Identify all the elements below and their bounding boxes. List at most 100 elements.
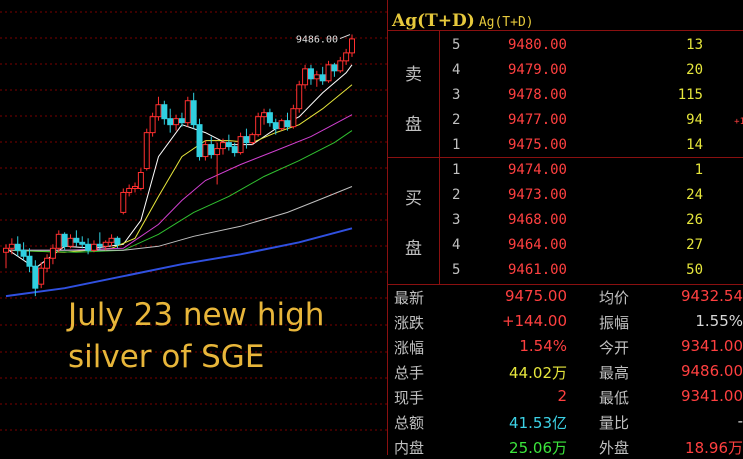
- buy-volume: 1: [694, 162, 703, 178]
- buy-level: 4: [452, 237, 461, 253]
- buy-row: 1 9474.00 1: [388, 158, 743, 183]
- candle-down: [272, 122, 279, 130]
- stat-row: 涨幅 1.54% 今开 9341.00: [388, 334, 743, 359]
- stat-row: 最新 9475.00 均价 9432.54: [388, 284, 743, 309]
- sell-row: 4 9479.00 20: [388, 58, 743, 83]
- stat-value: 1.54%: [519, 337, 567, 355]
- buy-volume: 50: [686, 262, 703, 278]
- ma20-line: [6, 114, 353, 251]
- candle-up: [173, 118, 180, 126]
- candle-up: [313, 74, 320, 80]
- candle-up: [296, 84, 303, 110]
- candle-up: [126, 187, 133, 193]
- stat-value: 9341.00: [680, 337, 743, 355]
- candle-down: [243, 136, 250, 144]
- buy-level: 5: [452, 262, 461, 278]
- sell-price: 9477.00: [507, 112, 567, 128]
- candle-up: [349, 38, 355, 54]
- annotation-line-1: July 23 new high: [68, 297, 325, 333]
- sell-row: 1 9475.00 14: [388, 133, 743, 158]
- candle-down: [114, 237, 121, 245]
- candle-down: [307, 68, 314, 80]
- candle-up: [302, 68, 309, 86]
- buy-volume: 24: [686, 187, 703, 203]
- stat-value: 9475.00: [504, 287, 567, 305]
- stat-row: 总手 44.02万 最高 9486.00: [388, 359, 743, 384]
- candle-up: [3, 247, 9, 253]
- candle-down: [231, 146, 238, 154]
- candle-down: [178, 118, 185, 124]
- stat-value: +144.00: [501, 312, 567, 330]
- candle-up: [290, 108, 297, 128]
- candle-up: [202, 144, 209, 158]
- stat-value: 44.02万: [509, 364, 567, 382]
- candle-up: [143, 132, 150, 170]
- candle-down: [190, 100, 197, 126]
- candle-down: [14, 243, 21, 251]
- candle-down: [208, 144, 215, 156]
- candle-down: [196, 124, 203, 158]
- buy-level: 3: [452, 212, 461, 228]
- candlestick-chart[interactable]: 9486.00: [0, 0, 387, 455]
- candle-up: [49, 247, 56, 259]
- candle-down: [331, 64, 338, 72]
- stat-row: 内盘 25.06万 外盘 18.96万: [388, 434, 743, 459]
- candle-up: [214, 148, 221, 156]
- candle-up: [44, 257, 51, 269]
- sell-level: 1: [452, 137, 461, 153]
- chart-annotation: July 23 new high silver of SGE: [68, 294, 324, 378]
- candle-up: [108, 237, 115, 243]
- stat-label: 最新: [394, 289, 425, 307]
- sell-volume: 20: [686, 62, 703, 78]
- buy-row: 5 9461.00 50: [388, 258, 743, 283]
- stat-label: 振幅: [599, 314, 630, 332]
- candle-up: [261, 112, 268, 118]
- candle-up: [155, 104, 162, 118]
- stat-label: 今开: [599, 339, 630, 357]
- candle-up: [149, 116, 156, 134]
- sell-level: 5: [452, 37, 461, 53]
- candle-down: [319, 74, 326, 82]
- stat-label: 均价: [599, 289, 630, 307]
- candle-down: [167, 118, 174, 126]
- candle-down: [79, 241, 86, 245]
- buy-price: 9461.00: [507, 262, 567, 278]
- candle-up: [137, 172, 144, 189]
- candle-up: [219, 142, 226, 150]
- sell-change-fragment: +1: [734, 117, 743, 127]
- sell-price: 9480.00: [507, 37, 567, 53]
- sell-price: 9479.00: [507, 62, 567, 78]
- buy-price: 9474.00: [507, 162, 567, 178]
- candle-up: [255, 116, 262, 136]
- sell-level: 3: [452, 87, 461, 103]
- stat-label: 总额: [394, 414, 425, 432]
- ma10-line: [5, 84, 353, 253]
- buy-level: 2: [452, 187, 461, 203]
- candle-up: [325, 64, 332, 82]
- sell-volume: 14: [686, 137, 703, 153]
- candlestick-chart-panel[interactable]: 9486.00 July 23 new high silver of SGE: [0, 0, 387, 455]
- sell-row: 2 9477.00 94 +1: [388, 108, 743, 133]
- candle-down: [85, 243, 92, 251]
- sell-price: 9478.00: [507, 87, 567, 103]
- candle-down: [26, 255, 33, 267]
- candle-up: [120, 191, 127, 213]
- sell-row: 5 9480.00 13: [388, 33, 743, 58]
- candle-down: [61, 233, 68, 247]
- candle-down: [20, 249, 27, 257]
- instrument-title: Ag(T+D) Ag(T+D): [392, 11, 534, 31]
- annotation-line-2: silver of SGE: [68, 339, 265, 375]
- candle-up: [132, 185, 139, 189]
- candle-up: [38, 267, 45, 285]
- order-book-top-line: [388, 30, 743, 31]
- sell-price: 9475.00: [507, 137, 567, 153]
- sell-volume: 94: [686, 112, 703, 128]
- sell-volume: 115: [677, 87, 703, 103]
- candle-up: [278, 120, 285, 130]
- quote-panel: Ag(T+D) Ag(T+D) 卖 盘 5 9480.00 13 4 9479.00 20 3…: [388, 0, 743, 457]
- stat-label: 现手: [394, 389, 425, 407]
- instrument-title-small: Ag(T+D): [478, 15, 534, 30]
- stat-value: 9486.00: [680, 362, 743, 380]
- stat-label: 涨幅: [394, 339, 425, 357]
- stat-label: 总手: [394, 364, 425, 382]
